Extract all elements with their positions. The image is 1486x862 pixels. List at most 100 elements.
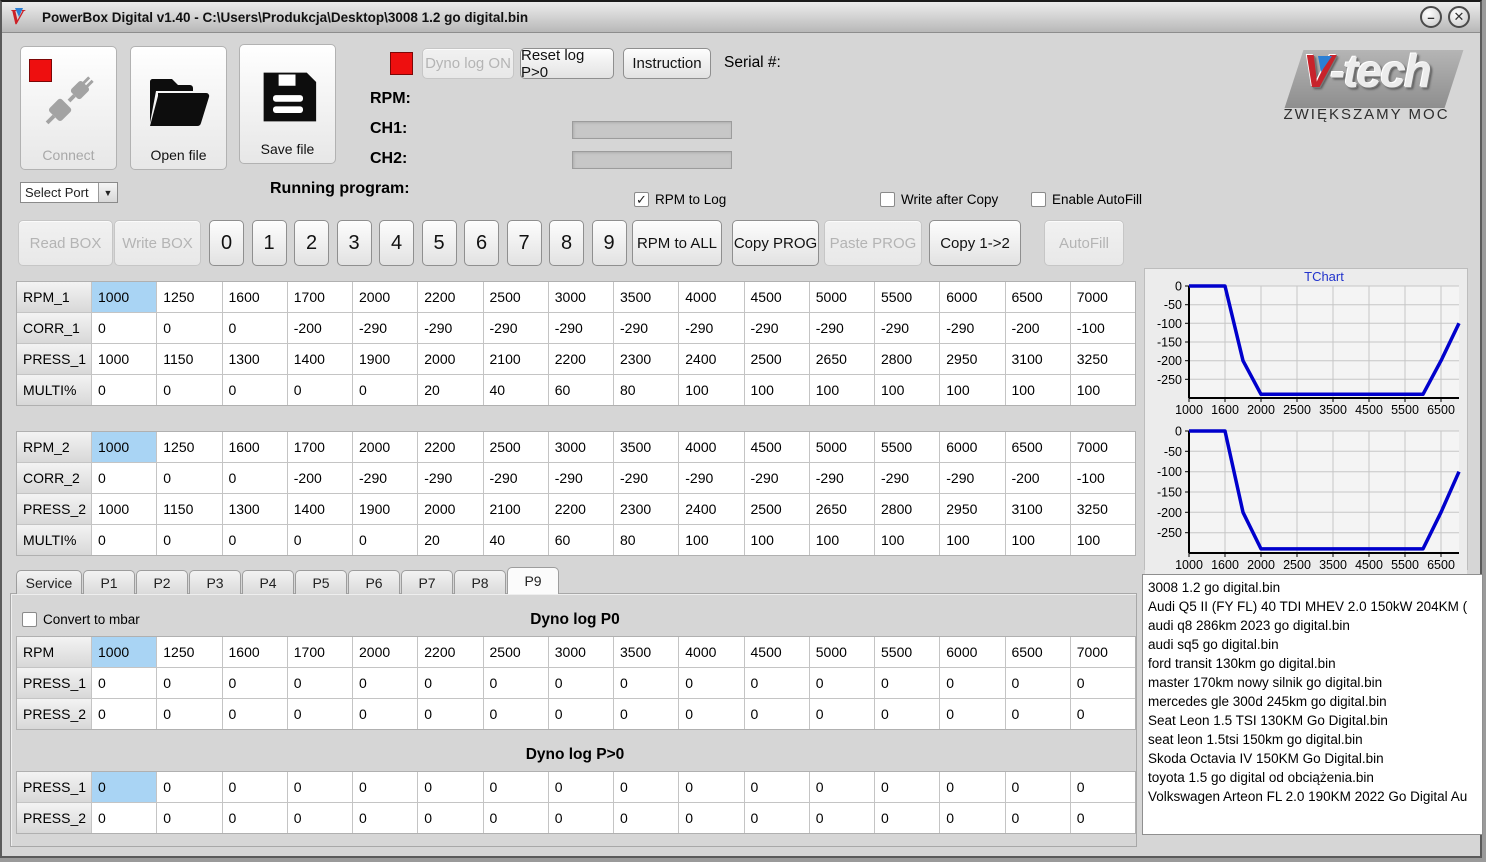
table-cell[interactable]: 0 xyxy=(548,772,613,802)
table-cell[interactable]: 1600 xyxy=(222,282,287,312)
table-cell[interactable]: -290 xyxy=(940,463,1005,493)
table-cell[interactable]: 100 xyxy=(1005,525,1070,555)
table-cell[interactable]: 1700 xyxy=(287,432,352,462)
table-cell[interactable]: 20 xyxy=(418,375,483,405)
tab-p8[interactable]: P8 xyxy=(454,570,506,594)
table-cell[interactable]: 6000 xyxy=(940,432,1005,462)
table-cell[interactable]: 0 xyxy=(157,699,222,729)
table-cell[interactable]: 0 xyxy=(483,772,548,802)
file-list-item[interactable]: Skoda Octavia IV 150KM Go Digital.bin xyxy=(1148,749,1477,768)
table-cell[interactable]: 2300 xyxy=(614,494,679,524)
table-cell[interactable]: 0 xyxy=(1005,803,1070,833)
table-cell[interactable]: 2400 xyxy=(679,344,744,374)
table-cell[interactable]: -100 xyxy=(1070,313,1135,343)
table-cell[interactable]: 5000 xyxy=(809,432,874,462)
table-cell[interactable]: 0 xyxy=(809,772,874,802)
tab-p9[interactable]: P9 xyxy=(507,567,559,594)
table-cell[interactable]: -290 xyxy=(744,463,809,493)
table-cell[interactable]: 0 xyxy=(1070,772,1135,802)
table-cell[interactable]: 1700 xyxy=(287,282,352,312)
copy-prog-button[interactable]: Copy PROG xyxy=(732,220,819,266)
table-cell[interactable]: 0 xyxy=(157,525,222,555)
table-cell[interactable]: 0 xyxy=(418,699,483,729)
table-cell[interactable]: 1250 xyxy=(157,432,222,462)
table-cell[interactable]: 0 xyxy=(614,772,679,802)
minimize-button[interactable]: – xyxy=(1420,6,1442,28)
table-cell[interactable]: 0 xyxy=(287,699,352,729)
table-cell[interactable]: 0 xyxy=(157,313,222,343)
table-cell[interactable]: 6500 xyxy=(1005,282,1070,312)
file-list-item[interactable]: Seat Leon 1.5 TSI 130KM Go Digital.bin xyxy=(1148,711,1477,730)
file-list-item[interactable]: audi q8 286km 2023 go digital.bin xyxy=(1148,616,1477,635)
table-cell[interactable]: 0 xyxy=(548,668,613,698)
table-cell[interactable]: 5000 xyxy=(809,637,874,667)
table-cell[interactable]: 4000 xyxy=(679,637,744,667)
table-cell[interactable]: 0 xyxy=(809,668,874,698)
table-cell[interactable]: -200 xyxy=(287,463,352,493)
table-cell[interactable]: -290 xyxy=(418,313,483,343)
table-cell[interactable]: 3500 xyxy=(614,432,679,462)
table-cell[interactable]: 0 xyxy=(744,803,809,833)
table-cell[interactable]: 0 xyxy=(92,668,157,698)
table-cell[interactable]: 0 xyxy=(1070,668,1135,698)
table-cell[interactable]: 0 xyxy=(940,803,1005,833)
table-cell[interactable]: 0 xyxy=(287,803,352,833)
table-cell[interactable]: 100 xyxy=(679,525,744,555)
table-cell[interactable]: 100 xyxy=(875,525,940,555)
table-cell[interactable]: 3100 xyxy=(1005,494,1070,524)
table-cell[interactable]: 4500 xyxy=(744,282,809,312)
digit-4-button[interactable]: 4 xyxy=(379,220,414,266)
table-cell[interactable]: 6500 xyxy=(1005,637,1070,667)
table-cell[interactable]: 2200 xyxy=(418,637,483,667)
table-cell[interactable]: 7000 xyxy=(1070,432,1135,462)
table-cell[interactable]: 0 xyxy=(92,463,157,493)
table-cell[interactable]: 3000 xyxy=(548,282,613,312)
table-cell[interactable]: 0 xyxy=(875,772,940,802)
table-cell[interactable]: 2300 xyxy=(614,344,679,374)
table-cell[interactable]: 0 xyxy=(483,803,548,833)
table-cell[interactable]: -100 xyxy=(1070,463,1135,493)
table-cell[interactable]: 1000 xyxy=(92,282,157,312)
table-cell[interactable]: 100 xyxy=(809,375,874,405)
table-cell[interactable]: 0 xyxy=(940,668,1005,698)
file-list-item[interactable]: Volkswagen Arteon FL 2.0 190KM 2022 Go D… xyxy=(1148,787,1477,806)
table-cell[interactable]: 100 xyxy=(679,375,744,405)
table-cell[interactable]: 0 xyxy=(483,668,548,698)
table-cell[interactable]: 2650 xyxy=(809,494,874,524)
table-cell[interactable]: 0 xyxy=(92,375,157,405)
table-cell[interactable]: 0 xyxy=(548,699,613,729)
select-port-dropdown[interactable]: Select Port ▼ xyxy=(20,182,118,203)
chevron-down-icon[interactable]: ▼ xyxy=(98,183,117,202)
table-cell[interactable]: 100 xyxy=(940,375,1005,405)
table-cell[interactable]: 0 xyxy=(1005,699,1070,729)
table-cell[interactable]: 0 xyxy=(875,699,940,729)
table-cell[interactable]: 0 xyxy=(287,668,352,698)
file-list-item[interactable]: ford transit 130km go digital.bin xyxy=(1148,654,1477,673)
checkbox-box[interactable] xyxy=(880,192,895,207)
table-cell[interactable]: 0 xyxy=(92,525,157,555)
table-cell[interactable]: 5500 xyxy=(875,637,940,667)
table-cell[interactable]: 100 xyxy=(1005,375,1070,405)
table-cell[interactable]: 0 xyxy=(92,772,157,802)
table-cell[interactable]: 2500 xyxy=(483,432,548,462)
table-cell[interactable]: 6000 xyxy=(940,637,1005,667)
table-cell[interactable]: 2500 xyxy=(483,282,548,312)
digit-6-button[interactable]: 6 xyxy=(464,220,499,266)
checkbox-box[interactable]: ✓ xyxy=(634,192,649,207)
table-cell[interactable]: 0 xyxy=(679,668,744,698)
table-cell[interactable]: 4000 xyxy=(679,282,744,312)
table-cell[interactable]: -200 xyxy=(1005,313,1070,343)
rpm-to-log-checkbox[interactable]: ✓ RPM to Log xyxy=(634,192,726,207)
file-list-item[interactable]: mercedes gle 300d 245km go digital.bin xyxy=(1148,692,1477,711)
table-cell[interactable]: 20 xyxy=(418,525,483,555)
digit-8-button[interactable]: 8 xyxy=(549,220,584,266)
table-cell[interactable]: 1700 xyxy=(287,637,352,667)
table-cell[interactable]: 0 xyxy=(353,699,418,729)
table-cell[interactable]: 1150 xyxy=(157,344,222,374)
digit-1-button[interactable]: 1 xyxy=(251,220,287,266)
table-cell[interactable]: 1150 xyxy=(157,494,222,524)
table-cell[interactable]: 0 xyxy=(92,699,157,729)
table-cell[interactable]: 3500 xyxy=(614,282,679,312)
table-cell[interactable]: 80 xyxy=(614,525,679,555)
table-cell[interactable]: 3100 xyxy=(1005,344,1070,374)
